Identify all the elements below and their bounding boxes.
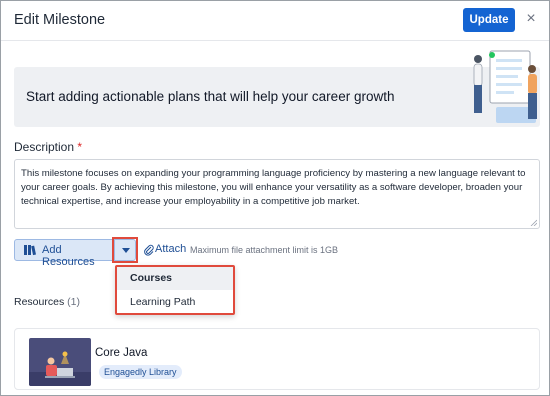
resource-title[interactable]: Core Java: [95, 347, 147, 359]
menu-item-courses[interactable]: Courses: [117, 267, 233, 290]
info-banner: Start adding actionable plans that will …: [14, 50, 540, 127]
paperclip-icon[interactable]: [144, 244, 154, 256]
library-icon: [24, 245, 36, 256]
resize-handle-icon[interactable]: [530, 219, 537, 226]
edit-milestone-dialog: Edit Milestone Update × Start adding act…: [0, 0, 550, 396]
menu-item-learning-path[interactable]: Learning Path: [117, 291, 233, 314]
resource-card[interactable]: Core Java Engagedly Library: [14, 328, 540, 390]
add-resources-label: Add Resources: [42, 244, 95, 268]
banner-text: Start adding actionable plans that will …: [26, 89, 395, 104]
resources-heading-text: Resources: [14, 296, 65, 308]
description-textarea[interactable]: This milestone focuses on expanding your…: [14, 159, 540, 229]
dialog-title: Edit Milestone: [14, 12, 106, 28]
attach-limit-hint: Maximum file attachment limit is 1GB: [190, 245, 339, 255]
required-marker: *: [77, 140, 83, 154]
update-button[interactable]: Update: [463, 8, 515, 32]
dropdown-highlight-box: [112, 237, 138, 263]
dialog-header: Edit Milestone Update ×: [1, 1, 549, 41]
add-resources-menu: Courses Learning Path: [115, 265, 235, 315]
description-label: Description *: [14, 140, 82, 154]
close-icon[interactable]: ×: [524, 10, 538, 28]
description-text: This milestone focuses on expanding your…: [21, 168, 526, 207]
resources-heading: Resources (1): [14, 296, 80, 308]
description-label-text: Description: [14, 140, 75, 154]
attach-link[interactable]: Attach: [155, 243, 186, 255]
resources-count: (1): [67, 296, 80, 308]
resource-source-badge: Engagedly Library: [99, 365, 182, 379]
course-thumbnail: [29, 338, 91, 386]
add-resources-button[interactable]: Add Resources: [14, 239, 114, 268]
career-planning-illustration: [473, 50, 537, 123]
